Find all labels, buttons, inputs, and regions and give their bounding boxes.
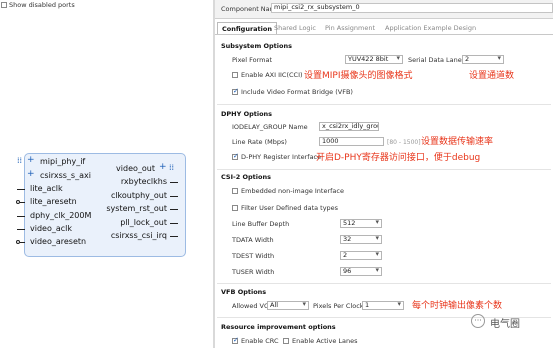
section-divider <box>217 283 551 284</box>
port-video-aclk: video_aclk <box>30 224 73 233</box>
configuration-panel: Component Name mipi_csi2_rx_subsystem_0 … <box>215 0 553 348</box>
port-lite-aresetn: lite_aresetn <box>30 197 77 206</box>
watermark-text: 电气圈 <box>490 319 520 330</box>
tdest-width-label: TDEST Width <box>232 252 275 260</box>
port-system-rst-out: system_rst_out <box>106 204 167 213</box>
tuser-width-select[interactable]: 96 <box>340 267 382 276</box>
port-pll-lock-out: pll_lock_out <box>120 218 167 227</box>
tdata-width-label: TDATA Width <box>232 236 274 244</box>
embedded-non-image-label: Embedded non-image Interface <box>241 187 344 195</box>
dphy-register-checkbox[interactable] <box>232 152 239 160</box>
port-rxbyteclkhs: rxbyteclkhs <box>120 177 167 186</box>
port-dphy-clk-200m: dphy_clk_200M <box>30 211 92 220</box>
tab-configuration[interactable]: Configuration <box>217 22 277 34</box>
expand-plus-icon[interactable]: + <box>159 162 167 172</box>
allowed-vc-label: Allowed VC <box>232 302 269 310</box>
include-vfb-label: Include Video Format Bridge (VFB) <box>241 88 353 96</box>
port-lite-aclk: lite_aclk <box>30 184 63 193</box>
iodelay-group-label: IODELAY_GROUP Name <box>232 123 308 131</box>
port-pin <box>17 189 25 190</box>
section-resource-improvement: Resource improvement options <box>221 323 336 331</box>
watermark-logo-icon: ··· <box>471 314 485 328</box>
port-pin <box>170 182 178 183</box>
port-video-aresetn: video_aresetn <box>30 237 87 246</box>
annotation-pixel-format: 设置MIPI摄像头的图像格式 <box>304 71 413 81</box>
bus-interface-icon: ⁞⁞ <box>17 156 23 165</box>
line-rate-label: Line Rate (Mbps) <box>232 138 287 146</box>
pixels-per-clock-label: Pixels Per Clock <box>313 302 364 310</box>
section-vfb-options: VFB Options <box>221 288 267 296</box>
tab-application-example-design[interactable]: Application Example Design <box>381 22 480 34</box>
tuser-width-label: TUSER Width <box>232 268 275 276</box>
filter-user-defined-label: Filter User Defined data types <box>241 204 339 212</box>
port-pin <box>170 236 178 237</box>
port-pin <box>17 229 25 230</box>
port-pin <box>170 196 178 197</box>
port-csirxss-csi-irq: csirxss_csi_irq <box>110 231 167 240</box>
line-rate-input[interactable]: 1000 <box>319 137 384 146</box>
port-csirxss-s-axi: csirxss_s_axi <box>40 171 91 180</box>
show-disabled-ports-label: Show disabled ports <box>9 1 75 9</box>
expand-plus-icon[interactable]: + <box>27 155 35 165</box>
tab-shared-logic[interactable]: Shared Logic <box>270 22 320 34</box>
tdata-width-select[interactable]: 32 <box>340 235 382 244</box>
line-buffer-depth-label: Line Buffer Depth <box>232 220 290 228</box>
section-subsystem-options: Subsystem Options <box>221 42 292 50</box>
bus-interface-icon: ⁞⁞ <box>169 163 175 172</box>
enable-axi-iic-checkbox[interactable] <box>232 72 238 78</box>
pixel-format-label: Pixel Format <box>232 56 273 64</box>
port-pin <box>20 242 25 243</box>
serial-data-lanes-select[interactable]: 2 <box>462 55 504 64</box>
annotation-dphy-register: 开启D-PHY寄存器访问接口，便于debug <box>316 153 481 163</box>
port-clkoutphy-out: clkoutphy_out <box>110 191 167 200</box>
section-divider <box>217 169 551 170</box>
annotation-line-rate: 设置数据传输速率 <box>421 137 494 147</box>
embedded-non-image-checkbox[interactable] <box>232 188 238 194</box>
line-rate-range: [80 - 1500] <box>387 139 421 146</box>
annotation-lanes: 设置通道数 <box>469 71 515 81</box>
block-diagram-panel: Show disabled ports ⁞⁞ + + mipi_phy_if c… <box>0 0 213 348</box>
enable-axi-iic-label: Enable AXI IIC(CCI) <box>241 71 303 79</box>
section-dphy-options: DPHY Options <box>221 110 273 118</box>
filter-user-defined-checkbox[interactable] <box>232 205 238 211</box>
enable-crc-checkbox[interactable] <box>232 336 239 344</box>
section-divider <box>217 104 551 105</box>
serial-data-lanes-label: Serial Data Lanes <box>408 56 466 64</box>
tdest-width-select[interactable]: 2 <box>340 251 382 260</box>
component-name-row: Component Name mipi_csi2_rx_subsystem_0 <box>215 0 553 19</box>
line-buffer-depth-select[interactable]: 512 <box>340 219 382 228</box>
iodelay-group-input[interactable]: x_csi2rx_idly_group <box>319 122 379 131</box>
enable-crc-label: Enable CRC <box>241 337 279 345</box>
enable-active-lanes-checkbox[interactable] <box>283 338 289 344</box>
pixels-per-clock-select[interactable]: 1 <box>362 301 404 310</box>
port-pin <box>170 209 178 210</box>
enable-active-lanes-label: Enable Active Lanes <box>292 337 358 345</box>
show-disabled-ports-checkbox[interactable] <box>1 2 7 8</box>
tab-bar: Configuration Shared Logic Pin Assignmen… <box>215 20 553 35</box>
dphy-register-label: D-PHY Register Interface <box>241 153 322 161</box>
port-pin <box>170 223 178 224</box>
port-pin <box>17 216 25 217</box>
port-pin <box>20 202 25 203</box>
port-video-out: video_out <box>116 164 155 173</box>
section-csi2-options: CSI-2 Options <box>221 173 271 181</box>
port-mipi-phy-if: mipi_phy_if <box>40 157 86 166</box>
annotation-pixels-per-clock: 每个时钟输出像素个数 <box>412 301 503 311</box>
tab-pin-assignment[interactable]: Pin Assignment <box>321 22 379 34</box>
component-name-input[interactable]: mipi_csi2_rx_subsystem_0 <box>271 3 553 13</box>
expand-plus-icon[interactable]: + <box>27 169 35 179</box>
pixel-format-select[interactable]: YUV422 8bit <box>345 55 403 64</box>
include-vfb-checkbox[interactable] <box>232 87 239 95</box>
allowed-vc-select[interactable]: All <box>267 301 309 310</box>
